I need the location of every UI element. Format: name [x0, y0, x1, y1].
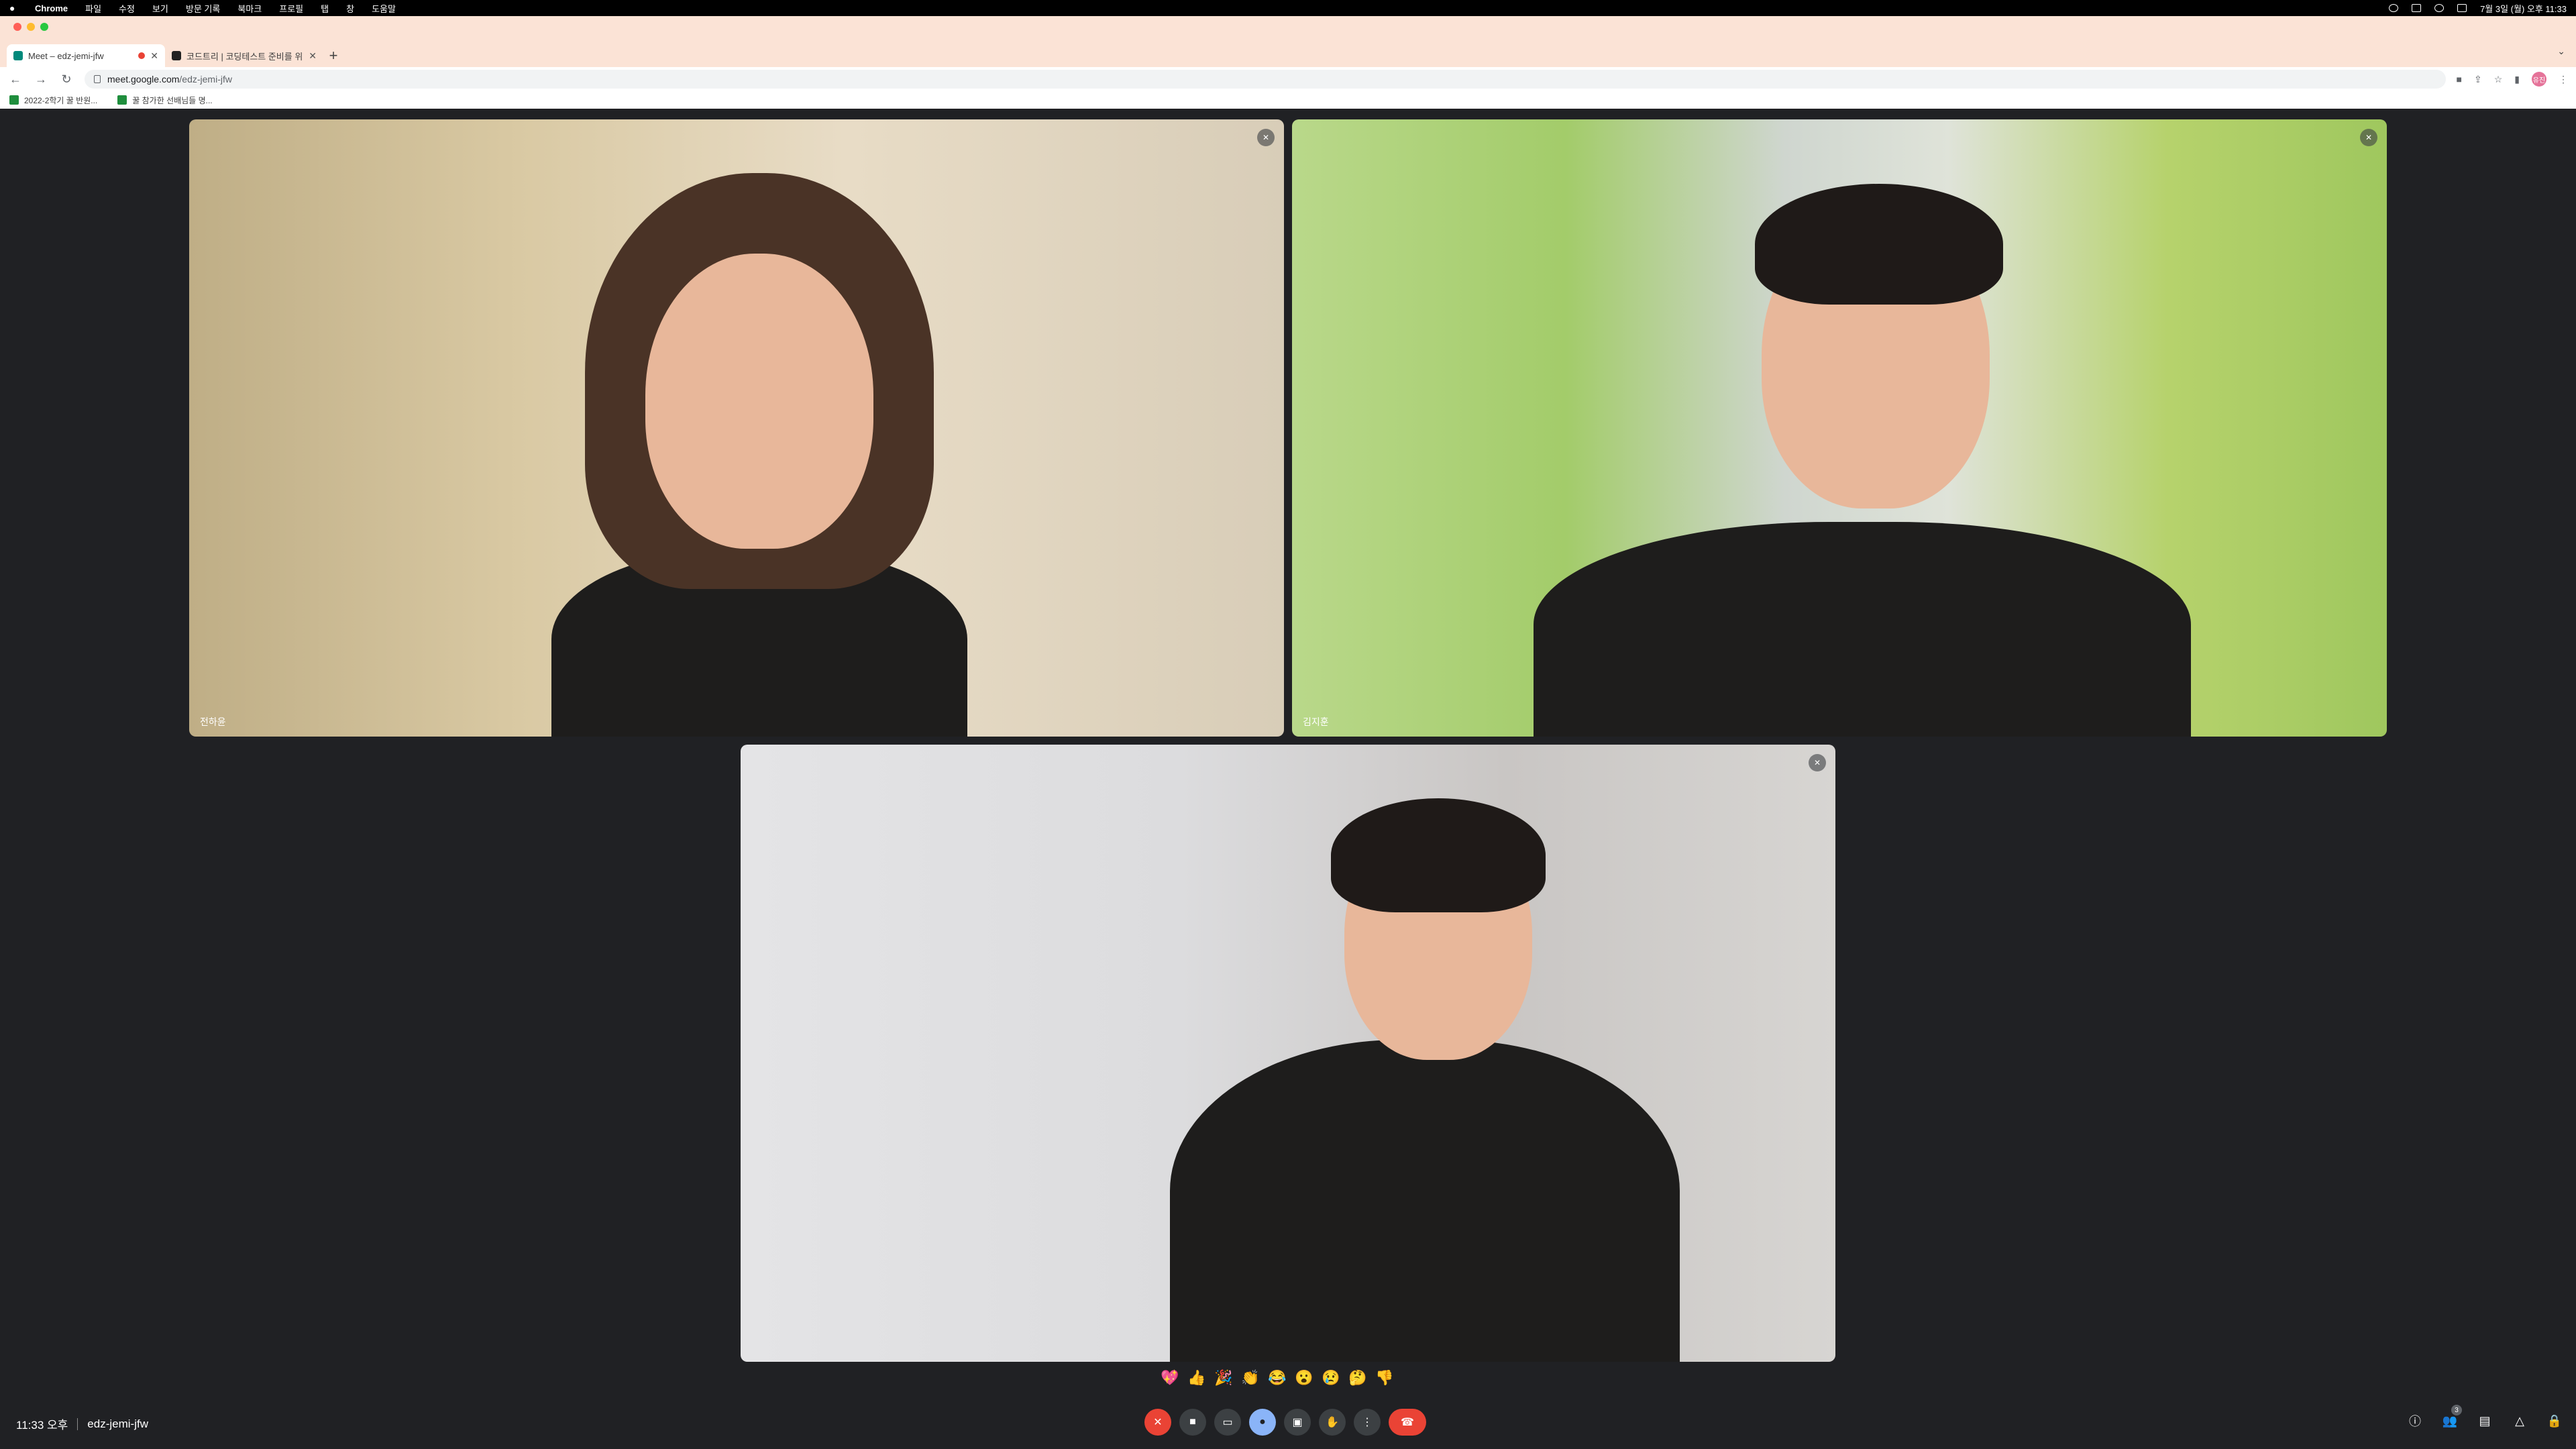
meet-control-bar: 11:33 오후 edz-jemi-jfw ✕ ■ ▭ ● ▣ ✋ ⋮ ☎ ⓘ …: [0, 1402, 2576, 1449]
tab-title: 코드트리 | 코딩테스트 준비를 위한 :: [186, 51, 304, 62]
reaction-laugh-button[interactable]: 😂: [1268, 1368, 1287, 1387]
side-panel-icon[interactable]: ▮: [2514, 74, 2520, 85]
info-icon[interactable]: ⓘ: [2407, 1413, 2423, 1429]
recording-indicator-icon: [138, 52, 146, 59]
bookmark-star-icon[interactable]: ☆: [2494, 74, 2503, 85]
menu-help[interactable]: 도움말: [372, 2, 396, 15]
tab-strip: Meet – edz-jemi-jfw ✕ 코드트리 | 코딩테스트 준비를 위…: [0, 40, 2576, 67]
reaction-thumbs-up-button[interactable]: 👍: [1187, 1368, 1206, 1387]
browser-toolbar: ← → ↻ meet.google.com/edz-jemi-jfw ■ ⇪ ☆…: [0, 67, 2576, 91]
menu-window[interactable]: 창: [346, 2, 354, 15]
address-bar[interactable]: meet.google.com/edz-jemi-jfw: [85, 70, 2446, 89]
participant-count-badge: 3: [2451, 1405, 2462, 1415]
toolbar-actions: ■ ⇪ ☆ ▮ 유진 ⋮: [2457, 72, 2568, 87]
menu-view[interactable]: 보기: [152, 2, 168, 15]
side-controls: ⓘ 👥 3 ▤ △ 🔒: [2407, 1405, 2563, 1429]
zoom-window-icon[interactable]: [40, 23, 48, 31]
menubar-clock[interactable]: 7월 3일 (월) 오후 11:33: [2480, 2, 2567, 15]
search-icon[interactable]: [2434, 4, 2445, 12]
url-host: meet.google.com: [107, 74, 180, 85]
reaction-sad-button[interactable]: 😢: [1322, 1368, 1340, 1387]
battery-icon[interactable]: [2389, 4, 2399, 12]
call-controls: ✕ ■ ▭ ● ▣ ✋ ⋮ ☎: [1144, 1409, 1426, 1436]
apple-icon[interactable]: ●: [9, 3, 21, 13]
menu-edit[interactable]: 수정: [119, 2, 135, 15]
lock-icon[interactable]: [94, 75, 101, 83]
participant-name: 전하윤: [200, 716, 226, 727]
profile-avatar[interactable]: 유진: [2532, 72, 2546, 87]
menu-app-chrome[interactable]: Chrome: [35, 3, 68, 13]
mic-muted-icon: ✕: [1257, 129, 1275, 146]
participant-tile[interactable]: ✕ 김지훈: [1292, 119, 2387, 737]
tab-search-icon[interactable]: ⌄: [2557, 46, 2565, 57]
chrome-menu-icon[interactable]: ⋮: [2559, 74, 2568, 85]
reaction-thumbs-down-button[interactable]: 👎: [1375, 1368, 1394, 1387]
more-options-icon[interactable]: ⋮: [1354, 1409, 1381, 1436]
minimize-window-icon[interactable]: [27, 23, 35, 31]
raise-hand-icon[interactable]: ✋: [1319, 1409, 1346, 1436]
menu-file[interactable]: 파일: [85, 2, 101, 15]
participant-tile[interactable]: ✕ 전하윤: [189, 119, 1284, 737]
tab-title: Meet – edz-jemi-jfw: [28, 50, 104, 61]
mic-muted-icon: ✕: [2360, 129, 2377, 146]
menu-profiles[interactable]: 프로필: [279, 2, 303, 15]
bookmark-label: 2022-2학기 꿀 반원...: [24, 95, 98, 105]
tab-meet[interactable]: Meet – edz-jemi-jfw ✕: [7, 44, 165, 67]
close-tab-icon[interactable]: ✕: [150, 50, 158, 62]
reaction-surprised-button[interactable]: 😮: [1295, 1368, 1313, 1387]
meeting-code: edz-jemi-jfw: [87, 1417, 148, 1430]
share-icon[interactable]: ⇪: [2474, 74, 2482, 85]
participant-name: 김지훈: [1303, 716, 1329, 727]
host-controls-icon[interactable]: 🔒: [2546, 1413, 2563, 1429]
captions-icon[interactable]: ▭: [1214, 1409, 1241, 1436]
bookmarks-bar: 2022-2학기 꿀 반원... 꿀 참가한 선배님들 명...: [0, 91, 2576, 109]
menu-history[interactable]: 방문 기록: [186, 2, 220, 15]
forward-icon[interactable]: →: [34, 72, 48, 87]
reaction-heart-button[interactable]: 💖: [1161, 1368, 1179, 1387]
mac-menubar: ● Chrome 파일 수정 보기 방문 기록 북마크 프로필 탭 창 도움말 …: [0, 0, 2576, 16]
mic-muted-icon: ✕: [1809, 754, 1826, 771]
control-center-icon[interactable]: [2457, 4, 2467, 12]
tab-codetree[interactable]: 코드트리 | 코딩테스트 준비를 위한 : ✕: [165, 44, 323, 67]
meeting-details: 11:33 오후 edz-jemi-jfw: [16, 1415, 148, 1432]
menubar-status-area: 7월 3일 (월) 오후 11:33: [2389, 2, 2567, 15]
divider: [77, 1417, 78, 1430]
camera-in-use-icon[interactable]: ■: [2457, 74, 2462, 85]
bookmark-item[interactable]: 2022-2학기 꿀 반원...: [9, 95, 97, 106]
menu-bookmarks[interactable]: 북마크: [237, 2, 262, 15]
reactions-bar: 💖 👍 🎉 👏 😂 😮 😢 🤔 👎: [1161, 1368, 1394, 1387]
new-tab-button[interactable]: +: [323, 44, 343, 67]
wifi-icon[interactable]: [2412, 4, 2422, 12]
browser-window: Meet – edz-jemi-jfw ✕ 코드트리 | 코딩테스트 준비를 위…: [0, 16, 2576, 109]
menu-tab[interactable]: 탭: [321, 2, 329, 15]
chat-icon[interactable]: ▤: [2477, 1413, 2493, 1429]
self-view-tile[interactable]: ✕: [741, 745, 1835, 1362]
mic-off-icon[interactable]: ✕: [1144, 1409, 1171, 1436]
reaction-thinking-button[interactable]: 🤔: [1348, 1368, 1367, 1387]
meeting-time: 11:33 오후: [16, 1419, 68, 1432]
people-icon[interactable]: 👥 3: [2442, 1405, 2462, 1429]
reaction-clap-button[interactable]: 👏: [1241, 1368, 1260, 1387]
codetree-favicon-icon: [172, 51, 181, 60]
camera-icon[interactable]: ■: [1179, 1409, 1206, 1436]
back-icon[interactable]: ←: [8, 72, 23, 87]
window-controls: [13, 23, 48, 31]
close-tab-icon[interactable]: ✕: [309, 50, 317, 62]
close-window-icon[interactable]: [13, 23, 21, 31]
reload-icon[interactable]: ↻: [59, 72, 74, 87]
sheets-icon: [9, 95, 19, 105]
effects-icon[interactable]: ●: [1249, 1409, 1276, 1436]
bookmark-item[interactable]: 꿀 참가한 선배님들 명...: [117, 95, 213, 106]
reaction-party-button[interactable]: 🎉: [1214, 1368, 1233, 1387]
activities-icon[interactable]: △: [2512, 1413, 2528, 1429]
url-path: /edz-jemi-jfw: [179, 74, 232, 85]
bookmark-label: 꿀 참가한 선배님들 명...: [132, 95, 213, 105]
meet-favicon-icon: [13, 51, 23, 60]
sheets-icon: [117, 95, 127, 105]
present-icon[interactable]: ▣: [1284, 1409, 1311, 1436]
end-call-icon[interactable]: ☎: [1389, 1409, 1426, 1436]
